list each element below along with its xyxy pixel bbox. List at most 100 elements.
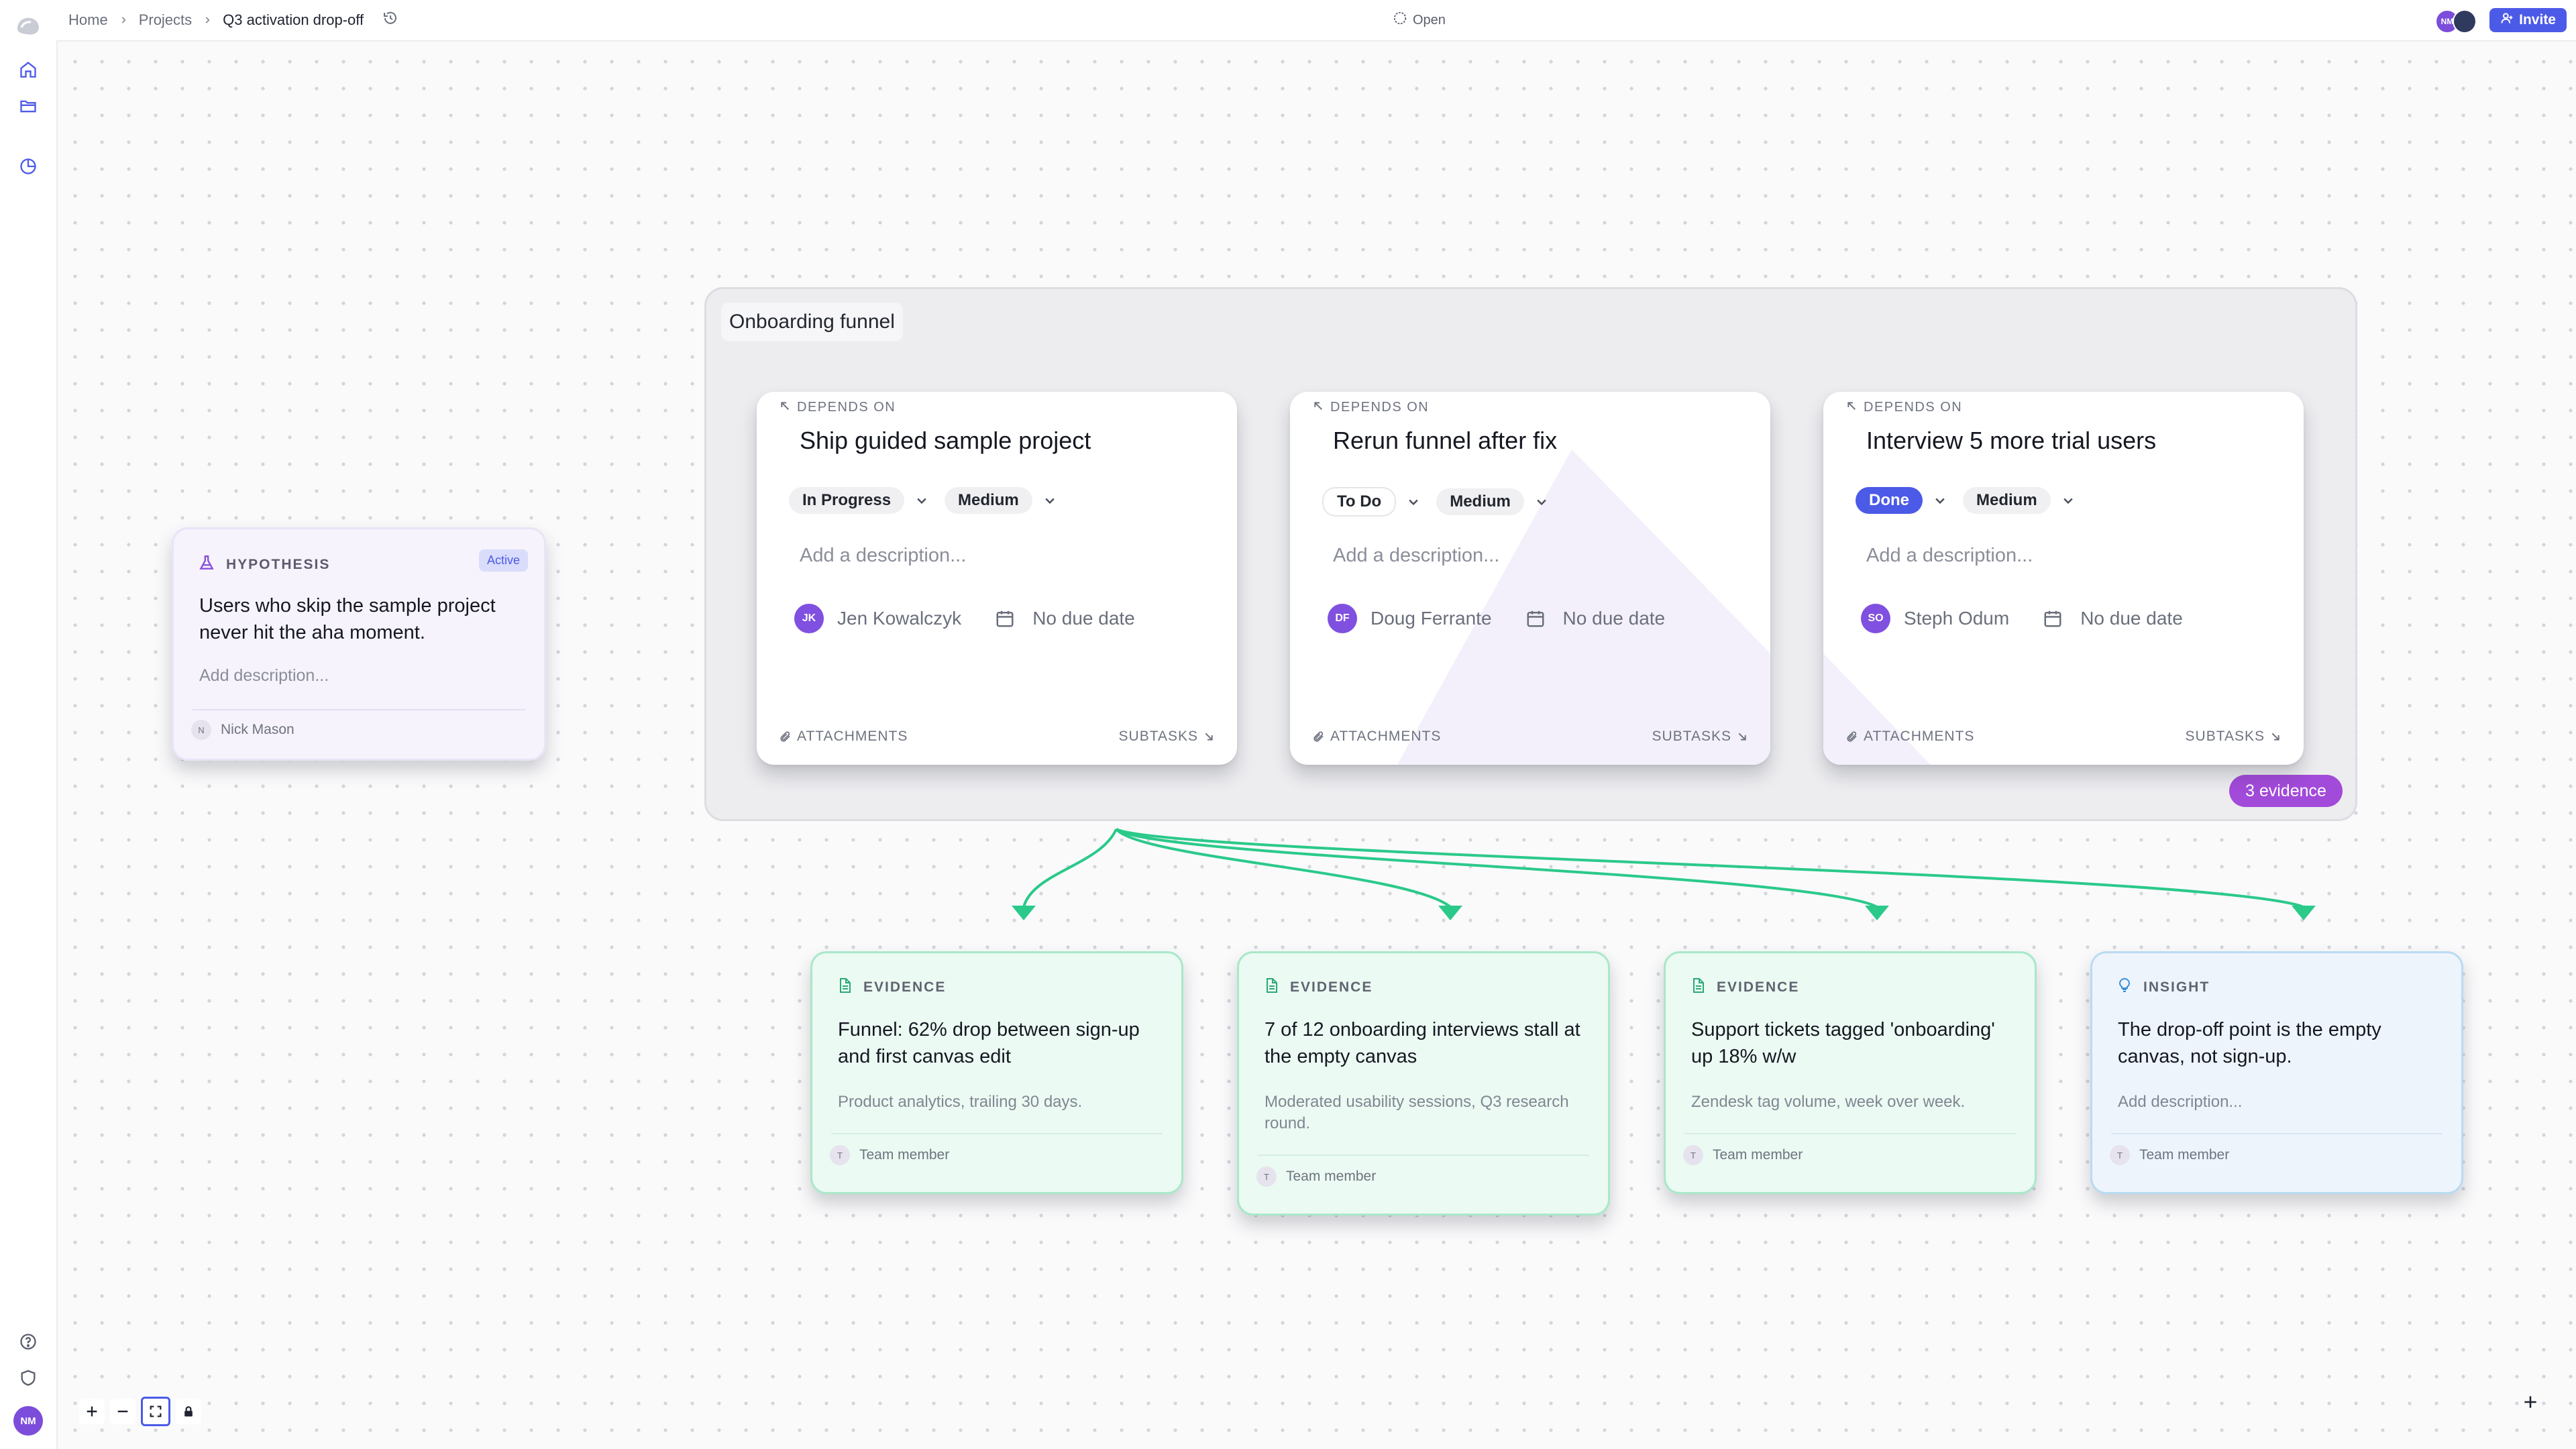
attachments-button[interactable]: ATTACHMENTS (1846, 729, 1974, 745)
author-avatar: T (2110, 1145, 2130, 1165)
due-date[interactable]: No due date (2080, 608, 2183, 629)
breadcrumb-home[interactable]: Home (68, 11, 108, 29)
evidence-card[interactable]: EVIDENCE Funnel: 62% drop between sign-u… (810, 951, 1183, 1194)
user-avatar[interactable]: NM (13, 1406, 43, 1436)
priority-chip[interactable]: Medium (945, 487, 1032, 514)
evidence-title[interactable]: Support tickets tagged 'onboarding' up 1… (1691, 1016, 2020, 1070)
assignee-name[interactable]: Doug Ferrante (1371, 608, 1492, 629)
calendar-icon[interactable] (995, 608, 1015, 629)
zoom-out-button[interactable] (110, 1399, 136, 1424)
status-indicator[interactable]: Open (1393, 0, 1446, 40)
divider (2111, 1133, 2443, 1134)
author-avatar: T (1256, 1167, 1277, 1187)
assignee-avatar[interactable]: DF (1328, 604, 1357, 633)
task-title[interactable]: Interview 5 more trial users (1866, 427, 2156, 455)
author-avatar: T (830, 1145, 850, 1165)
insight-description-field[interactable]: Add description... (2118, 1091, 2447, 1113)
evidence-count-badge[interactable]: 3 evidence (2229, 775, 2343, 807)
task-title[interactable]: Rerun funnel after fix (1333, 427, 1557, 455)
author-name: Team member (1713, 1147, 1803, 1163)
lightbulb-icon (2116, 976, 2133, 999)
home-icon[interactable] (15, 56, 42, 83)
subtasks-button[interactable]: SUBTASKS (1652, 729, 1748, 745)
hypothesis-title[interactable]: Users who skip the sample project never … (199, 592, 528, 646)
fit-view-button[interactable] (141, 1397, 170, 1426)
attachments-button[interactable]: ATTACHMENTS (1313, 729, 1441, 745)
evidence-card[interactable]: EVIDENCE Support tickets tagged 'onboard… (1664, 951, 2037, 1194)
zoom-in-button[interactable] (79, 1399, 105, 1424)
insight-title[interactable]: The drop-off point is the empty canvas, … (2118, 1016, 2447, 1070)
assignee-avatar[interactable]: JK (794, 604, 824, 633)
history-icon[interactable] (15, 153, 42, 180)
invite-button[interactable]: Invite (2489, 8, 2567, 32)
presence-avatar[interactable] (2453, 9, 2477, 34)
divider (193, 709, 525, 710)
task-card[interactable]: DEPENDS ON Rerun funnel after fix To Do … (1290, 392, 1770, 765)
evidence-title[interactable]: 7 of 12 onboarding interviews stall at t… (1265, 1016, 1593, 1070)
subtasks-arrow-icon (1205, 733, 1213, 741)
zoom-toolbar (79, 1397, 201, 1426)
task-title[interactable]: Ship guided sample project (800, 427, 1091, 455)
attachments-button[interactable]: ATTACHMENTS (780, 729, 908, 745)
author-avatar: T (1683, 1145, 1703, 1165)
calendar-icon[interactable] (1525, 608, 1546, 629)
evidence-type-label: EVIDENCE (1290, 979, 1373, 995)
chevron-down-icon[interactable] (912, 487, 931, 514)
paperclip-icon (1847, 731, 1857, 742)
help-icon[interactable] (15, 1328, 42, 1355)
hypothesis-card[interactable]: HYPOTHESIS Active Users who skip the sam… (172, 527, 546, 761)
group-title[interactable]: Onboarding funnel (721, 303, 903, 341)
subtasks-button[interactable]: SUBTASKS (2186, 729, 2281, 745)
evidence-description[interactable]: Product analytics, trailing 30 days. (838, 1091, 1167, 1113)
evidence-card[interactable]: EVIDENCE 7 of 12 onboarding interviews s… (1237, 951, 1610, 1216)
divider (1258, 1155, 1589, 1156)
chevron-down-icon[interactable] (1931, 487, 1949, 514)
breadcrumb-projects[interactable]: Projects (139, 11, 192, 29)
chevron-down-icon[interactable] (1404, 488, 1423, 515)
status-badge[interactable]: Active (478, 549, 528, 572)
author-name: Team member (2139, 1147, 2230, 1163)
evidence-description[interactable]: Zendesk tag volume, week over week. (1691, 1091, 2020, 1113)
presence-avatars[interactable]: NM (2435, 9, 2477, 34)
depends-arrow-icon (1846, 400, 1857, 415)
calendar-icon[interactable] (2043, 608, 2063, 629)
priority-chip[interactable]: Medium (1963, 487, 2051, 514)
chevron-down-icon[interactable] (1040, 487, 1059, 514)
task-card[interactable]: DEPENDS ON Ship guided sample project In… (757, 392, 1237, 765)
subtasks-button[interactable]: SUBTASKS (1119, 729, 1214, 745)
chevron-down-icon[interactable] (1532, 488, 1551, 515)
status-chip[interactable]: Done (1856, 487, 1923, 514)
version-history-icon[interactable] (382, 10, 398, 30)
priority-chip[interactable]: Medium (1436, 488, 1524, 515)
add-user-icon (2500, 11, 2514, 29)
folder-icon[interactable] (15, 93, 42, 119)
paperclip-icon (780, 731, 790, 742)
assignee-avatar[interactable]: SO (1861, 604, 1890, 633)
depends-arrow-icon (780, 400, 790, 415)
insight-card[interactable]: INSIGHT The drop-off point is the empty … (2090, 951, 2463, 1194)
add-node-button[interactable] (2517, 1389, 2544, 1415)
status-chip[interactable]: In Progress (789, 487, 905, 514)
task-card[interactable]: DEPENDS ON Interview 5 more trial users … (1823, 392, 2304, 765)
evidence-title[interactable]: Funnel: 62% drop between sign-up and fir… (838, 1016, 1167, 1070)
minus-icon (117, 1410, 128, 1413)
shield-icon[interactable] (15, 1364, 42, 1391)
topbar: Home Projects Q3 activation drop-off Ope… (56, 0, 2576, 42)
due-date[interactable]: No due date (1032, 608, 1135, 629)
status-chip[interactable]: To Do (1322, 487, 1397, 517)
hypothesis-description-field[interactable]: Add description... (199, 666, 329, 686)
breadcrumb-current[interactable]: Q3 activation drop-off (223, 11, 364, 29)
assignee-name[interactable]: Jen Kowalczyk (837, 608, 961, 629)
author-name: Team member (1286, 1169, 1377, 1184)
task-description-field[interactable]: Add a description... (800, 545, 966, 567)
task-description-field[interactable]: Add a description... (1333, 545, 1499, 567)
depends-text: DEPENDS ON (1864, 400, 1963, 415)
evidence-description[interactable]: Moderated usability sessions, Q3 researc… (1265, 1091, 1593, 1134)
task-description-field[interactable]: Add a description... (1866, 545, 2033, 567)
chevron-down-icon[interactable] (2059, 487, 2078, 514)
invite-label: Invite (2519, 12, 2556, 28)
lock-button[interactable] (176, 1399, 201, 1424)
logo-icon[interactable] (15, 12, 42, 39)
assignee-name[interactable]: Steph Odum (1904, 608, 2009, 629)
due-date[interactable]: No due date (1563, 608, 1666, 629)
